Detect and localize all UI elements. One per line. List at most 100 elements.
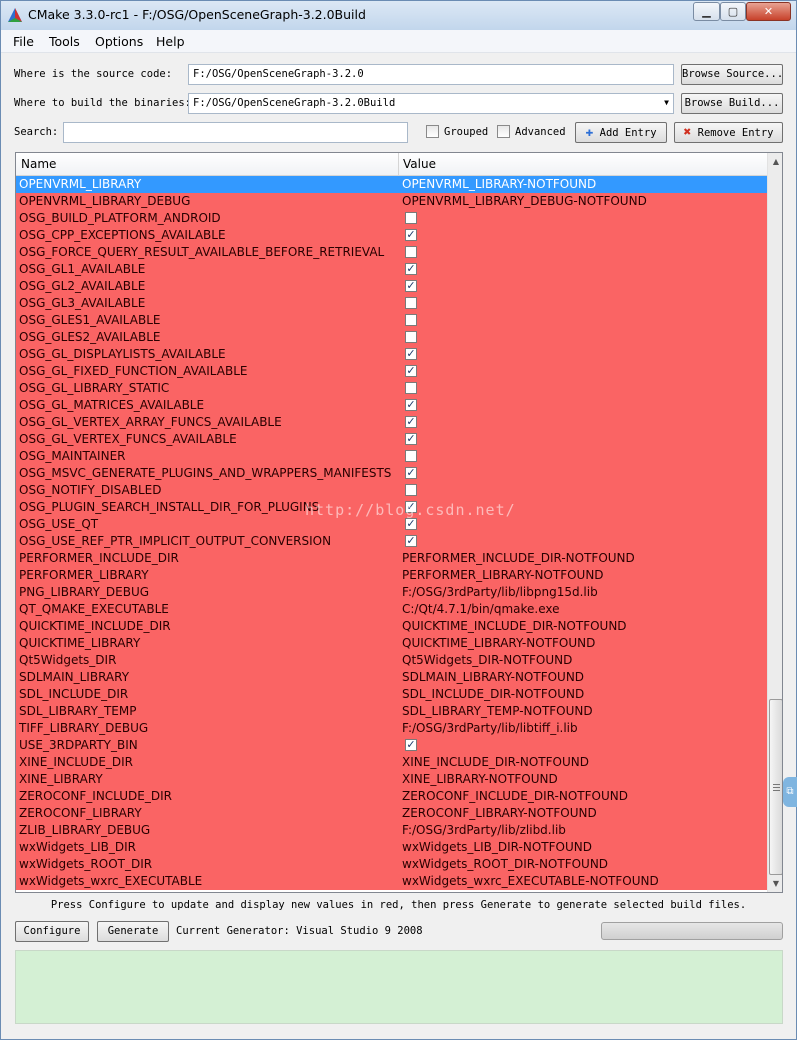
entry-value[interactable]: wxWidgets_ROOT_DIR-NOTFOUND: [402, 857, 608, 871]
table-row[interactable]: QT_QMAKE_EXECUTABLE C:/Qt/4.7.1/bin/qmake…: [16, 601, 767, 618]
table-row[interactable]: OSG_CPP_EXCEPTIONS_AVAILABLE ✓: [16, 227, 767, 244]
entry-value[interactable]: XINE_INCLUDE_DIR-NOTFOUND: [402, 755, 589, 769]
entry-value-checkbox[interactable]: ✓: [405, 739, 417, 751]
table-row[interactable]: OSG_GL3_AVAILABLE: [16, 295, 767, 312]
scroll-up-arrow-icon[interactable]: ▲: [768, 153, 782, 170]
table-row[interactable]: wxWidgets_LIB_DIR wxWidgets_LIB_DIR-NOTFO…: [16, 839, 767, 856]
table-row[interactable]: OSG_FORCE_QUERY_RESULT_AVAILABLE_BEFORE_…: [16, 244, 767, 261]
configure-button[interactable]: Configure: [15, 921, 89, 942]
entry-value-checkbox[interactable]: [405, 314, 417, 326]
entry-value[interactable]: PERFORMER_INCLUDE_DIR-NOTFOUND: [402, 551, 635, 565]
scroll-down-arrow-icon[interactable]: ▼: [768, 875, 782, 892]
scroll-thumb[interactable]: [769, 699, 782, 875]
table-row[interactable]: OSG_GL_DISPLAYLISTS_AVAILABLE ✓: [16, 346, 767, 363]
table-row[interactable]: XINE_INCLUDE_DIR XINE_INCLUDE_DIR-NOTFOUN…: [16, 754, 767, 771]
entry-value-checkbox[interactable]: [405, 331, 417, 343]
table-row[interactable]: OSG_NOTIFY_DISABLED: [16, 482, 767, 499]
menu-options[interactable]: Options: [95, 34, 143, 49]
entry-value-checkbox[interactable]: [405, 297, 417, 309]
entry-value-checkbox[interactable]: [405, 484, 417, 496]
table-row[interactable]: ZEROCONF_INCLUDE_DIR ZEROCONF_INCLUDE_DIR…: [16, 788, 767, 805]
menu-tools[interactable]: Tools: [49, 34, 80, 49]
table-row[interactable]: PNG_LIBRARY_DEBUG F:/OSG/3rdParty/lib/lib…: [16, 584, 767, 601]
table-row[interactable]: OSG_MSVC_GENERATE_PLUGINS_AND_WRAPPERS_M…: [16, 465, 767, 482]
menu-help[interactable]: Help: [156, 34, 185, 49]
table-row[interactable]: XINE_LIBRARY XINE_LIBRARY-NOTFOUND: [16, 771, 767, 788]
table-row[interactable]: SDL_INCLUDE_DIR SDL_INCLUDE_DIR-NOTFOUND: [16, 686, 767, 703]
column-header-name[interactable]: Name: [21, 157, 56, 171]
minimize-button[interactable]: ▁: [693, 2, 720, 21]
entry-value[interactable]: SDLMAIN_LIBRARY-NOTFOUND: [402, 670, 584, 684]
table-row[interactable]: USE_3RDPARTY_BIN ✓: [16, 737, 767, 754]
table-row[interactable]: OSG_GLES2_AVAILABLE: [16, 329, 767, 346]
search-input[interactable]: [63, 122, 408, 143]
table-row[interactable]: wxWidgets_wxrc_EXECUTABLE wxWidgets_wxrc_…: [16, 873, 767, 890]
table-row[interactable]: OSG_GLES1_AVAILABLE: [16, 312, 767, 329]
table-row[interactable]: ZEROCONF_LIBRARY ZEROCONF_LIBRARY-NOTFOUN…: [16, 805, 767, 822]
entry-value-checkbox[interactable]: [405, 212, 417, 224]
entry-value-checkbox[interactable]: ✓: [405, 280, 417, 292]
table-row[interactable]: OSG_GL1_AVAILABLE ✓: [16, 261, 767, 278]
entry-value[interactable]: wxWidgets_wxrc_EXECUTABLE-NOTFOUND: [402, 874, 659, 888]
entry-value[interactable]: F:/OSG/3rdParty/lib/zlibd.lib: [402, 823, 566, 837]
entry-value[interactable]: SDL_INCLUDE_DIR-NOTFOUND: [402, 687, 584, 701]
maximize-button[interactable]: ▢: [720, 2, 746, 21]
table-row[interactable]: ZLIB_LIBRARY_DEBUG F:/OSG/3rdParty/lib/zl…: [16, 822, 767, 839]
entry-value-checkbox[interactable]: ✓: [405, 399, 417, 411]
table-row[interactable]: OSG_USE_REF_PTR_IMPLICIT_OUTPUT_CONVERSI…: [16, 533, 767, 550]
table-row[interactable]: OPENVRML_LIBRARY_DEBUG OPENVRML_LIBRARY_D…: [16, 193, 767, 210]
entry-value[interactable]: QUICKTIME_INCLUDE_DIR-NOTFOUND: [402, 619, 627, 633]
browse-source-button[interactable]: Browse Source...: [681, 64, 783, 85]
advanced-checkbox[interactable]: [497, 125, 510, 138]
entry-value[interactable]: F:/OSG/3rdParty/lib/libpng15d.lib: [402, 585, 598, 599]
entry-value[interactable]: C:/Qt/4.7.1/bin/qmake.exe: [402, 602, 560, 616]
entry-value[interactable]: wxWidgets_LIB_DIR-NOTFOUND: [402, 840, 592, 854]
entry-value-checkbox[interactable]: ✓: [405, 416, 417, 428]
entry-value-checkbox[interactable]: [405, 450, 417, 462]
generate-button[interactable]: Generate: [97, 921, 169, 942]
entry-value[interactable]: OPENVRML_LIBRARY-NOTFOUND: [402, 177, 596, 191]
table-row[interactable]: Qt5Widgets_DIR Qt5Widgets_DIR-NOTFOUND: [16, 652, 767, 669]
entry-value-checkbox[interactable]: [405, 246, 417, 258]
table-row[interactable]: TIFF_LIBRARY_DEBUG F:/OSG/3rdParty/lib/li…: [16, 720, 767, 737]
entry-value-checkbox[interactable]: [405, 382, 417, 394]
entry-value[interactable]: OPENVRML_LIBRARY_DEBUG-NOTFOUND: [402, 194, 647, 208]
vertical-scrollbar[interactable]: ▲ ▼: [767, 153, 782, 892]
table-row[interactable]: SDLMAIN_LIBRARY SDLMAIN_LIBRARY-NOTFOUND: [16, 669, 767, 686]
output-log[interactable]: [15, 950, 783, 1024]
table-row[interactable]: OPENVRML_LIBRARY OPENVRML_LIBRARY-NOTFOUN…: [16, 176, 767, 193]
table-row[interactable]: PERFORMER_INCLUDE_DIR PERFORMER_INCLUDE_D…: [16, 550, 767, 567]
browse-build-button[interactable]: Browse Build...: [681, 93, 783, 114]
table-row[interactable]: OSG_GL_MATRICES_AVAILABLE ✓: [16, 397, 767, 414]
table-row[interactable]: SDL_LIBRARY_TEMP SDL_LIBRARY_TEMP-NOTFOUN…: [16, 703, 767, 720]
menu-file[interactable]: File: [13, 34, 34, 49]
table-row[interactable]: OSG_BUILD_PLATFORM_ANDROID: [16, 210, 767, 227]
title-bar[interactable]: CMake 3.3.0-rc1 - F:/OSG/OpenSceneGraph-…: [1, 1, 796, 30]
entry-value[interactable]: PERFORMER_LIBRARY-NOTFOUND: [402, 568, 604, 582]
close-button[interactable]: ✕: [746, 2, 791, 21]
side-floating-tab[interactable]: ⧉: [783, 777, 797, 807]
entry-value[interactable]: XINE_LIBRARY-NOTFOUND: [402, 772, 558, 786]
grouped-checkbox[interactable]: [426, 125, 439, 138]
table-row[interactable]: OSG_GL_LIBRARY_STATIC: [16, 380, 767, 397]
table-row[interactable]: OSG_MAINTAINER: [16, 448, 767, 465]
table-row[interactable]: OSG_GL_VERTEX_FUNCS_AVAILABLE ✓: [16, 431, 767, 448]
build-path-combobox[interactable]: F:/OSG/OpenSceneGraph-3.2.0Build ▼: [188, 93, 674, 114]
entry-value[interactable]: Qt5Widgets_DIR-NOTFOUND: [402, 653, 572, 667]
entry-value-checkbox[interactable]: ✓: [405, 263, 417, 275]
dropdown-arrow-icon[interactable]: ▼: [664, 98, 669, 107]
entry-value-checkbox[interactable]: ✓: [405, 467, 417, 479]
column-divider[interactable]: [398, 153, 399, 176]
table-row[interactable]: wxWidgets_ROOT_DIR wxWidgets_ROOT_DIR-NOT…: [16, 856, 767, 873]
entry-value-checkbox[interactable]: ✓: [405, 433, 417, 445]
table-row[interactable]: PERFORMER_LIBRARY PERFORMER_LIBRARY-NOTFO…: [16, 567, 767, 584]
entry-value[interactable]: F:/OSG/3rdParty/lib/libtiff_i.lib: [402, 721, 578, 735]
column-header-value[interactable]: Value: [403, 157, 436, 171]
entry-value-checkbox[interactable]: ✓: [405, 535, 417, 547]
table-row[interactable]: QUICKTIME_LIBRARY QUICKTIME_LIBRARY-NOTFO…: [16, 635, 767, 652]
remove-entry-button[interactable]: ✖ Remove Entry: [674, 122, 783, 143]
add-entry-button[interactable]: ✚ Add Entry: [575, 122, 667, 143]
table-row[interactable]: OSG_GL2_AVAILABLE ✓: [16, 278, 767, 295]
entry-value[interactable]: SDL_LIBRARY_TEMP-NOTFOUND: [402, 704, 593, 718]
table-row[interactable]: OSG_GL_VERTEX_ARRAY_FUNCS_AVAILABLE ✓: [16, 414, 767, 431]
